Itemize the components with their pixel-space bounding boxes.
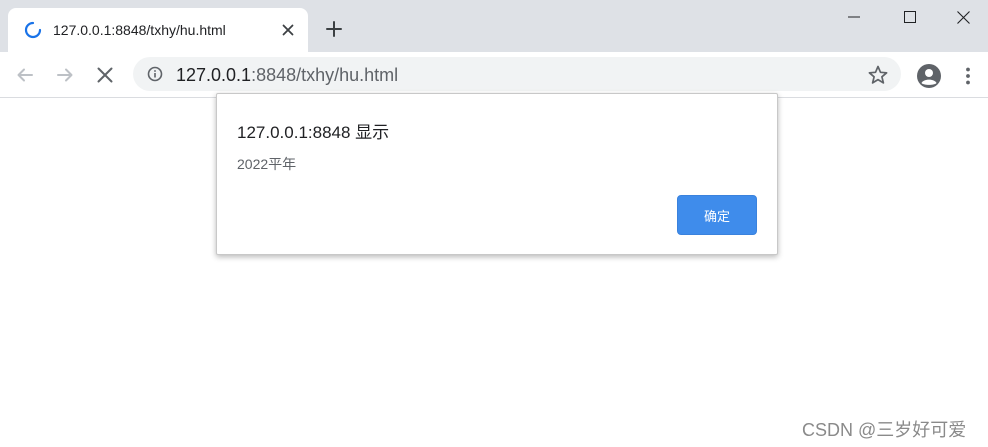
close-icon[interactable] <box>938 0 988 34</box>
dialog-title: 127.0.0.1:8848 显示 <box>237 123 390 142</box>
browser-window: 127.0.0.1:8848/txhy/hu.html 127.0.0.1:88… <box>0 0 988 447</box>
new-tab-plus-icon[interactable] <box>322 17 346 41</box>
minimize-icon[interactable] <box>826 0 882 34</box>
url-text[interactable]: 127.0.0.1:8848/txhy/hu.html <box>176 65 398 86</box>
active-tab[interactable]: 127.0.0.1:8848/txhy/hu.html <box>8 8 308 52</box>
bookmark-star-icon[interactable] <box>867 64 889 86</box>
info-icon[interactable] <box>147 66 163 82</box>
ok-button[interactable]: 确定 <box>677 195 757 235</box>
back-arrow-icon[interactable] <box>12 62 38 88</box>
address-bar[interactable]: 127.0.0.1:8848/txhy/hu.html <box>133 57 901 91</box>
watermark: CSDN @三岁好可爱 <box>802 420 967 440</box>
dialog-message: 2022平年 <box>237 156 297 172</box>
more-menu-icon[interactable] <box>958 63 978 89</box>
alert-dialog: 127.0.0.1:8848 显示 2022平年 确定 <box>216 93 778 255</box>
tab-title: 127.0.0.1:8848/txhy/hu.html <box>53 22 226 38</box>
stop-x-icon[interactable] <box>92 62 118 88</box>
tab-strip: 127.0.0.1:8848/txhy/hu.html <box>0 0 988 52</box>
forward-arrow-icon[interactable] <box>52 62 78 88</box>
profile-avatar-icon[interactable] <box>916 63 942 89</box>
loading-spinner-icon <box>24 21 42 39</box>
toolbar: 127.0.0.1:8848/txhy/hu.html <box>0 52 988 98</box>
maximize-icon[interactable] <box>882 0 938 34</box>
tab-close-icon[interactable] <box>278 20 298 40</box>
